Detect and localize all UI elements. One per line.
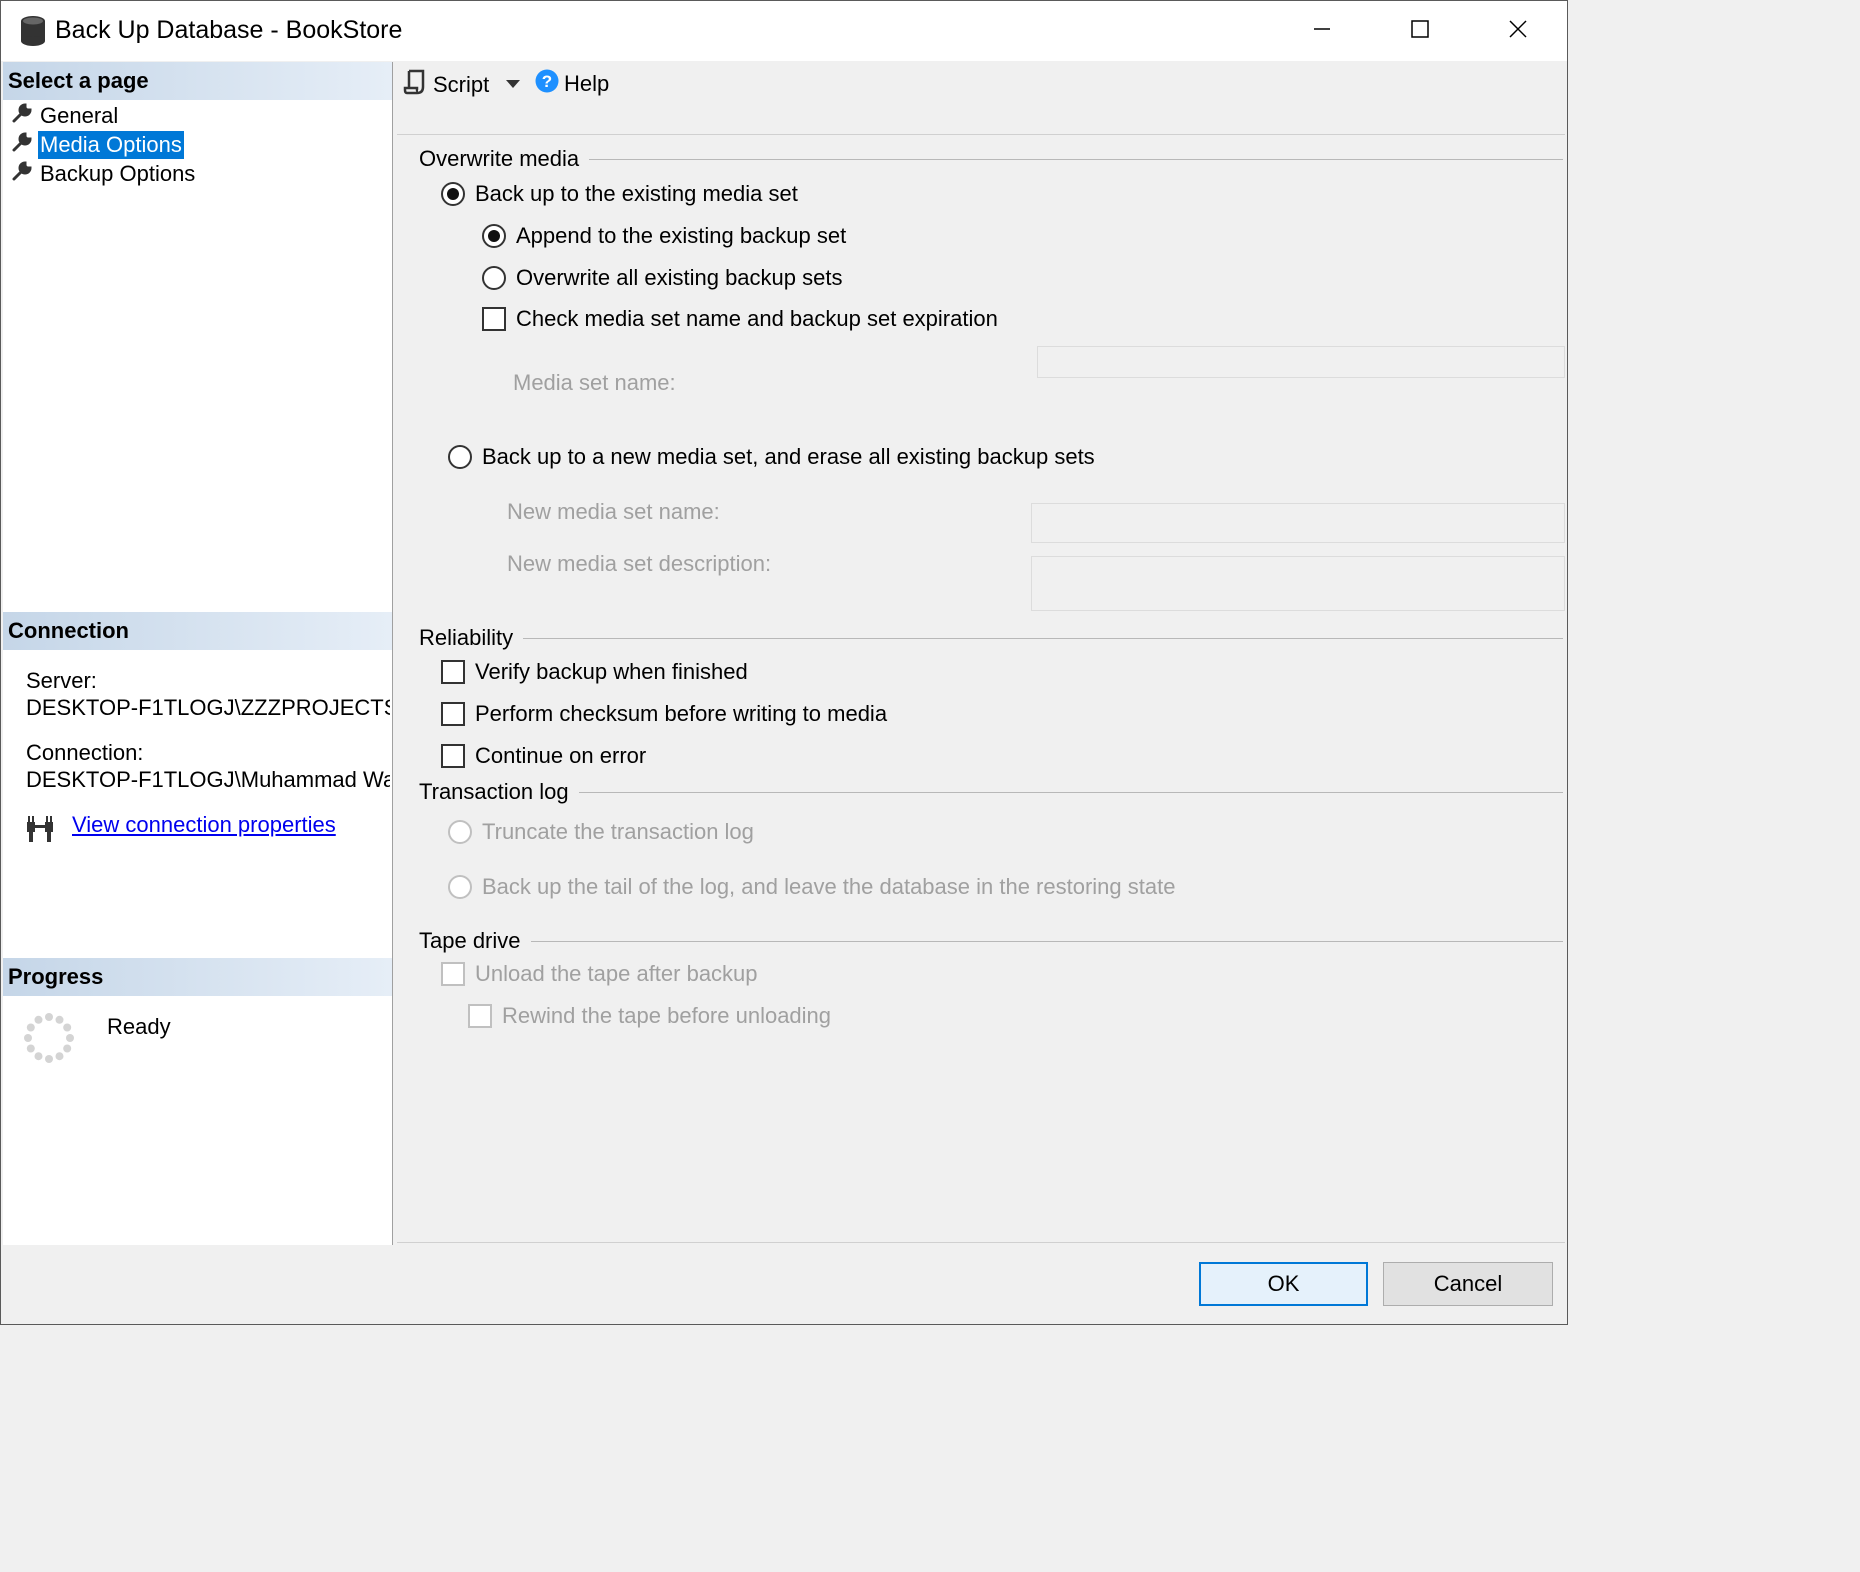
- minimize-icon: [1313, 20, 1331, 43]
- connection-header: Connection: [3, 612, 392, 650]
- check-media-set-label: Check media set name and backup set expi…: [516, 306, 998, 331]
- wrench-icon: [11, 160, 33, 188]
- new-media-set-description-label: New media set description:: [507, 551, 772, 576]
- page-label-general: General: [40, 103, 119, 128]
- footer-divider: [397, 1242, 1565, 1243]
- new-media-set-label: Back up to a new media set, and erase al…: [482, 444, 1095, 469]
- server-value: DESKTOP-F1TLOGJ\ZZZPROJECTS: [26, 695, 390, 720]
- rewind-tape-checkbox[interactable]: Rewind the tape before unloading: [468, 1003, 831, 1029]
- cancel-button[interactable]: Cancel: [1383, 1262, 1553, 1306]
- new-media-set-radio[interactable]: Back up to a new media set, and erase al…: [448, 444, 1095, 470]
- select-page-header: Select a page: [3, 62, 392, 100]
- radio-button[interactable]: [441, 182, 465, 206]
- close-button[interactable]: [1469, 1, 1567, 61]
- toolbar-divider: [397, 134, 1565, 135]
- page-label-media-options: Media Options: [38, 131, 184, 159]
- view-connection-properties-link[interactable]: View connection properties: [72, 812, 336, 838]
- perform-checksum-label: Perform checksum before writing to media: [475, 701, 888, 726]
- progress-status: Ready: [107, 1014, 171, 1039]
- radio-button[interactable]: [482, 224, 506, 248]
- close-icon: [1509, 19, 1527, 43]
- overwrite-all-backup-sets-radio[interactable]: Overwrite all existing backup sets: [482, 265, 842, 291]
- new-media-set-description-input[interactable]: [1031, 556, 1565, 611]
- reliability-group-line: [419, 638, 1563, 639]
- wrench-icon: [11, 102, 33, 130]
- backup-database-dialog: Back Up Database - BookStore Select a pa…: [0, 0, 1568, 1325]
- check-media-set-checkbox[interactable]: Check media set name and backup set expi…: [482, 306, 998, 332]
- unload-tape-label: Unload the tape after backup: [475, 961, 758, 986]
- minimize-button[interactable]: [1273, 1, 1371, 61]
- checkbox[interactable]: [441, 962, 465, 986]
- connection-label: Connection:: [26, 740, 144, 765]
- svg-text:?: ?: [542, 72, 552, 91]
- radio-button[interactable]: [448, 445, 472, 469]
- perform-checksum-checkbox[interactable]: Perform checksum before writing to media: [441, 701, 887, 727]
- script-button[interactable]: Script: [403, 69, 489, 101]
- transaction-log-group-line: [419, 792, 1563, 793]
- maximize-icon: [1411, 19, 1429, 43]
- database-icon: [19, 15, 47, 52]
- progress-header: Progress: [3, 958, 392, 996]
- checkbox[interactable]: [468, 1004, 492, 1028]
- tape-drive-group-label: Tape drive: [419, 928, 531, 954]
- page-item-backup-options[interactable]: Backup Options: [11, 160, 197, 188]
- radio-button[interactable]: [448, 820, 472, 844]
- connection-value: DESKTOP-F1TLOGJ\Muhammad Waqas: [26, 767, 390, 792]
- help-button[interactable]: ? Help: [535, 69, 609, 99]
- verify-backup-checkbox[interactable]: Verify backup when finished: [441, 659, 748, 685]
- truncate-log-label: Truncate the transaction log: [482, 819, 754, 844]
- truncate-log-radio[interactable]: Truncate the transaction log: [448, 819, 754, 845]
- transaction-log-group-label: Transaction log: [419, 779, 579, 805]
- wrench-icon: [11, 131, 33, 159]
- append-backup-set-label: Append to the existing backup set: [516, 223, 847, 248]
- checkbox[interactable]: [441, 660, 465, 684]
- checkbox[interactable]: [482, 307, 506, 331]
- continue-on-error-checkbox[interactable]: Continue on error: [441, 743, 646, 769]
- checkbox[interactable]: [441, 702, 465, 726]
- existing-media-set-radio[interactable]: Back up to the existing media set: [441, 181, 798, 207]
- rewind-tape-label: Rewind the tape before unloading: [502, 1003, 832, 1028]
- verify-backup-label: Verify backup when finished: [475, 659, 748, 684]
- tape-drive-group-line: [419, 941, 1563, 942]
- connection-properties-icon: [23, 814, 57, 849]
- left-panel: Select a page General Media Options Back…: [3, 62, 393, 1245]
- append-backup-set-radio[interactable]: Append to the existing backup set: [482, 223, 846, 249]
- overwrite-media-group-label: Overwrite media: [419, 146, 590, 172]
- help-label: Help: [564, 71, 610, 96]
- reliability-group-label: Reliability: [419, 625, 524, 651]
- media-set-name-input[interactable]: [1037, 346, 1565, 378]
- script-icon: [403, 69, 427, 101]
- progress-spinner-icon: [23, 1012, 75, 1069]
- window-title: Back Up Database - BookStore: [55, 16, 403, 44]
- media-set-name-label: Media set name:: [513, 370, 676, 395]
- new-media-set-name-label: New media set name:: [507, 499, 720, 524]
- help-icon: ?: [535, 69, 559, 99]
- existing-media-set-label: Back up to the existing media set: [475, 181, 798, 206]
- unload-tape-checkbox[interactable]: Unload the tape after backup: [441, 961, 758, 987]
- page-label-backup-options: Backup Options: [40, 161, 196, 186]
- radio-button[interactable]: [482, 266, 506, 290]
- checkbox[interactable]: [441, 744, 465, 768]
- overwrite-all-label: Overwrite all existing backup sets: [516, 265, 843, 290]
- script-dropdown-chevron-icon[interactable]: [505, 77, 521, 95]
- radio-button[interactable]: [448, 875, 472, 899]
- maximize-button[interactable]: [1371, 1, 1469, 61]
- page-item-media-options[interactable]: Media Options: [11, 131, 184, 159]
- page-item-general[interactable]: General: [11, 102, 120, 130]
- server-label: Server:: [26, 668, 97, 693]
- backup-tail-log-label: Back up the tail of the log, and leave t…: [482, 874, 1176, 899]
- script-label: Script: [433, 72, 490, 97]
- ok-button[interactable]: OK: [1199, 1262, 1368, 1306]
- new-media-set-name-input[interactable]: [1031, 503, 1565, 543]
- backup-tail-log-radio[interactable]: Back up the tail of the log, and leave t…: [448, 874, 1175, 900]
- continue-on-error-label: Continue on error: [475, 743, 647, 768]
- overwrite-media-group-line: [419, 159, 1563, 160]
- title-bar[interactable]: Back Up Database - BookStore: [1, 1, 1567, 61]
